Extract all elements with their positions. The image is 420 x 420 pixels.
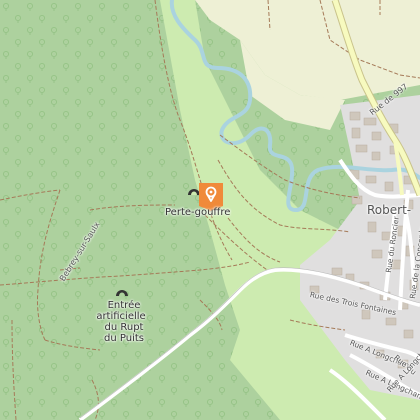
poi-label-line: du Rupt: [104, 322, 144, 333]
place-label-town: Robert-: [367, 203, 412, 217]
poi-label-line: Entrée: [107, 300, 141, 311]
poi-label-line: du Puits: [104, 333, 144, 344]
poi-label-perte-gouffre[interactable]: Perte-gouffre: [165, 207, 230, 218]
poi-label-line: artificielle: [96, 311, 146, 322]
poi-label-entree-artificielle[interactable]: Entrée artificielle du Rupt du Puits: [96, 300, 148, 344]
map-canvas[interactable]: Perte-gouffre Entrée artificielle du Rup…: [0, 0, 420, 420]
